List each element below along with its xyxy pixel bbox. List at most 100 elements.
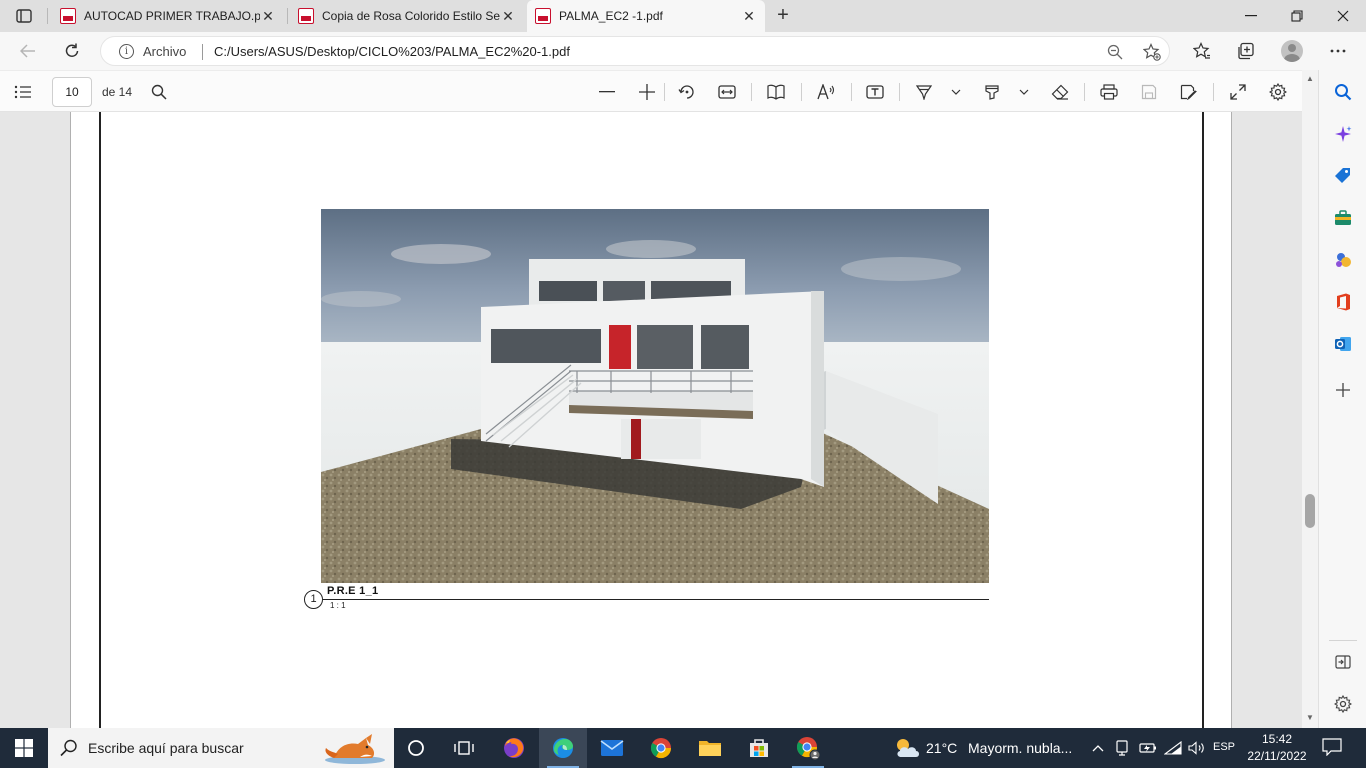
toolbar-separator xyxy=(851,83,852,101)
toolbar-separator xyxy=(899,83,900,101)
toolbar-separator xyxy=(664,83,665,101)
edge-icon[interactable] xyxy=(539,728,587,768)
tab-label: PALMA_EC2 -1.pdf xyxy=(559,9,663,23)
taskbar-search-input[interactable]: Escribe aquí para buscar xyxy=(48,728,394,768)
erase-icon[interactable] xyxy=(1047,79,1073,105)
close-tab-icon[interactable]: ✕ xyxy=(260,8,276,25)
scroll-up-arrow-icon[interactable]: ▲ xyxy=(1305,74,1315,83)
zoom-out-icon[interactable] xyxy=(1104,41,1126,63)
cortana-icon[interactable] xyxy=(392,728,440,768)
draw-options-chevron-icon[interactable] xyxy=(945,79,967,105)
url-separator xyxy=(202,44,203,60)
pdf-file-icon xyxy=(298,8,314,24)
restore-button[interactable] xyxy=(1274,0,1320,32)
close-tab-icon[interactable]: ✕ xyxy=(500,8,516,25)
refresh-button[interactable] xyxy=(58,37,86,65)
sidebar-outlook-icon[interactable] xyxy=(1331,332,1355,356)
chrome-profile-icon[interactable] xyxy=(784,728,832,768)
draw-icon[interactable] xyxy=(911,79,937,105)
sidebar-search-icon[interactable] xyxy=(1331,80,1355,104)
collections-icon[interactable] xyxy=(1232,37,1260,65)
language-indicator[interactable]: ESP xyxy=(1213,741,1235,753)
save-icon[interactable] xyxy=(1136,79,1162,105)
weather-cloudy-icon[interactable] xyxy=(893,736,921,763)
read-aloud-icon[interactable] xyxy=(813,79,839,105)
battery-icon[interactable] xyxy=(1137,738,1159,758)
pdf-page: 1 P.R.E 1_1 1 : 1 xyxy=(70,112,1232,728)
sidebar-copilot-icon[interactable] xyxy=(1331,122,1355,146)
vertical-scrollbar[interactable]: ▲ ▼ xyxy=(1302,70,1318,728)
settings-gear-icon[interactable] xyxy=(1265,79,1291,105)
add-favorite-icon[interactable] xyxy=(1141,41,1163,63)
toolbar-separator xyxy=(1213,83,1214,101)
tab-label: AUTOCAD PRIMER TRABAJO.pdf xyxy=(84,9,260,23)
print-icon[interactable] xyxy=(1096,79,1122,105)
microsoft-store-icon[interactable] xyxy=(735,728,783,768)
task-view-icon[interactable] xyxy=(440,728,488,768)
pdf-file-icon xyxy=(535,8,551,24)
page-number-input[interactable]: 10 xyxy=(52,77,92,107)
search-highlight-fox-icon[interactable] xyxy=(320,730,390,768)
tab-actions-icon[interactable] xyxy=(10,6,38,26)
save-as-icon[interactable] xyxy=(1176,79,1202,105)
file-explorer-icon[interactable] xyxy=(686,728,734,768)
weather-temperature[interactable]: 21°C xyxy=(926,740,957,756)
url-text[interactable]: C:/Users/ASUS/Desktop/CICLO%203/PALMA_EC… xyxy=(214,44,570,59)
zoom-in-button[interactable] xyxy=(634,79,660,105)
sidebar-office-icon[interactable] xyxy=(1331,290,1355,314)
sidebar-divider xyxy=(1329,640,1357,641)
search-placeholder: Escribe aquí para buscar xyxy=(88,740,244,756)
more-options-icon[interactable] xyxy=(1324,37,1352,65)
close-window-button[interactable] xyxy=(1320,0,1366,32)
sidebar-tools-icon[interactable] xyxy=(1331,206,1355,230)
profile-avatar[interactable] xyxy=(1281,40,1303,62)
favorites-icon[interactable] xyxy=(1188,37,1216,65)
rotate-icon[interactable] xyxy=(674,79,700,105)
url-input[interactable]: i Archivo C:/Users/ASUS/Desktop/CICLO%20… xyxy=(100,36,1170,66)
zoom-out-button[interactable] xyxy=(594,79,620,105)
drawing-frame-right xyxy=(1202,112,1204,728)
tab-separator xyxy=(287,8,288,24)
table-of-contents-icon[interactable] xyxy=(10,79,36,105)
wifi-icon[interactable] xyxy=(1162,738,1184,758)
sidebar-settings-gear-icon[interactable] xyxy=(1331,692,1355,716)
firefox-icon[interactable] xyxy=(490,728,538,768)
new-tab-button[interactable]: + xyxy=(771,4,795,28)
tab-copia-rosa[interactable]: Copia de Rosa Colorido Estilo Se ✕ xyxy=(290,0,524,32)
start-button[interactable] xyxy=(0,728,48,768)
highlight-options-chevron-icon[interactable] xyxy=(1013,79,1035,105)
tray-device-icon[interactable] xyxy=(1112,738,1132,758)
toolbar-separator xyxy=(801,83,802,101)
fullscreen-icon[interactable] xyxy=(1225,79,1251,105)
fit-to-page-icon[interactable] xyxy=(714,79,740,105)
notifications-icon[interactable] xyxy=(1322,738,1344,758)
tab-strip: AUTOCAD PRIMER TRABAJO.pdf ✕ Copia de Ro… xyxy=(0,0,1366,32)
close-tab-icon[interactable]: ✕ xyxy=(741,8,757,25)
page-view-icon[interactable] xyxy=(763,79,789,105)
chrome-icon[interactable] xyxy=(637,728,685,768)
clock-date[interactable]: 22/11/2022 xyxy=(1246,749,1308,763)
site-label: Archivo xyxy=(143,44,187,59)
weather-description[interactable]: Mayorm. nubla... xyxy=(968,740,1072,756)
highlight-icon[interactable] xyxy=(979,79,1005,105)
search-icon[interactable] xyxy=(146,79,172,105)
sidebar-add-icon[interactable] xyxy=(1331,378,1355,402)
sidebar-hide-icon[interactable] xyxy=(1331,650,1355,674)
scroll-down-arrow-icon[interactable]: ▼ xyxy=(1305,713,1315,722)
volume-icon[interactable] xyxy=(1186,738,1208,758)
add-text-icon[interactable] xyxy=(862,79,888,105)
pdf-toolbar: 10 de 14 xyxy=(0,70,1318,112)
mail-icon[interactable] xyxy=(588,728,636,768)
pdf-viewer[interactable]: 1 P.R.E 1_1 1 : 1 xyxy=(0,112,1302,728)
sidebar-games-icon[interactable] xyxy=(1331,248,1355,272)
view-scale: 1 : 1 xyxy=(330,601,346,610)
sidebar-shopping-icon[interactable] xyxy=(1331,164,1355,188)
back-button[interactable] xyxy=(14,37,42,65)
tray-chevron-up-icon[interactable] xyxy=(1089,738,1107,758)
clock-time[interactable]: 15:42 xyxy=(1252,732,1302,746)
minimize-button[interactable] xyxy=(1228,0,1274,32)
info-icon[interactable]: i xyxy=(119,44,134,59)
tab-palma-ec2[interactable]: PALMA_EC2 -1.pdf ✕ xyxy=(527,0,765,32)
tab-autocad[interactable]: AUTOCAD PRIMER TRABAJO.pdf ✕ xyxy=(52,0,284,32)
scrollbar-thumb[interactable] xyxy=(1305,494,1315,528)
